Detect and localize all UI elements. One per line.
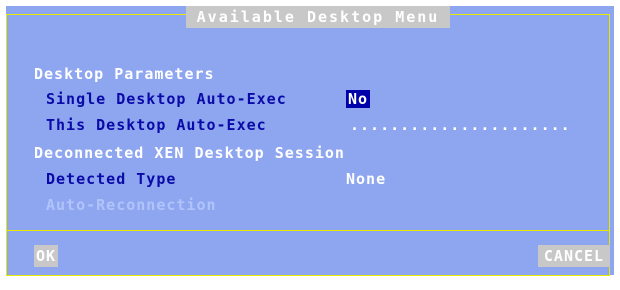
section-deconnected-session: Deconnected XEN Desktop Session [34,144,345,162]
detected-type-label: Detected Type [46,170,177,188]
this-desktop-autoexec-label: This Desktop Auto-Exec [46,116,267,134]
button-divider [6,230,610,231]
section-desktop-parameters: Desktop Parameters [34,65,215,83]
this-desktop-autoexec-input[interactable]: ...................... [350,115,571,135]
cancel-button[interactable]: CANCEL [538,245,610,267]
detected-type-value: None [346,170,387,188]
single-desktop-autoexec-select[interactable]: No [346,89,371,109]
ok-button[interactable]: OK [34,245,58,267]
single-desktop-autoexec-value[interactable]: No [346,90,371,108]
single-desktop-autoexec-label: Single Desktop Auto-Exec [46,90,287,108]
auto-reconnection-option: Auto-Reconnection [46,196,217,214]
dialog-title: Available Desktop Menu [186,6,450,28]
